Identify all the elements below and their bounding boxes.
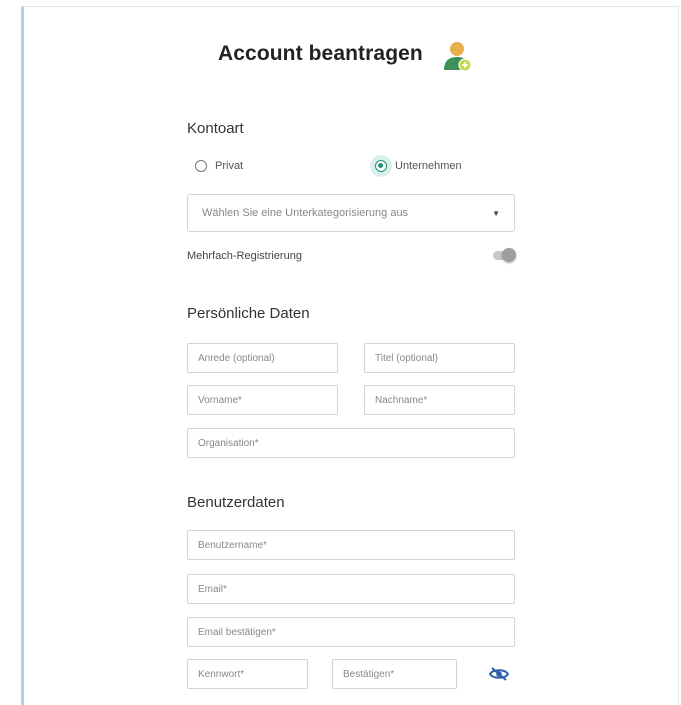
email-confirm-field[interactable]: Email bestätigen* [187,617,515,647]
section-personal-data: Persönliche Daten [187,305,310,322]
section-account-type: Kontoart [187,120,244,137]
username-field[interactable]: Benutzername* [187,530,515,560]
radio-privat[interactable]: Privat [195,160,243,172]
user-add-icon [444,42,472,72]
firstname-field[interactable]: Vorname* [187,385,338,415]
caret-down-icon: ▼ [492,208,500,218]
password-confirm-field[interactable]: Bestätigen* [332,659,457,689]
organization-field[interactable]: Organisation* [187,428,515,458]
radio-unternehmen-circle[interactable] [375,160,387,172]
radio-privat-label: Privat [215,160,244,172]
lastname-field[interactable]: Nachname* [364,385,515,415]
eye-hidden-icon[interactable] [489,666,509,682]
multi-registration-toggle[interactable] [493,248,516,262]
radio-privat-circle[interactable] [195,160,207,172]
subcategory-select-value: Wählen Sie eine Unterkategorisierung aus [202,207,409,219]
section-user-data: Benutzerdaten [187,494,285,511]
subcategory-select[interactable]: Wählen Sie eine Unterkategorisierung aus… [187,194,515,232]
title-field[interactable]: Titel (optional) [364,343,515,373]
radio-unternehmen[interactable]: Unternehmen [375,160,462,172]
salutation-field[interactable]: Anrede (optional) [187,343,338,373]
toggle-knob[interactable] [502,248,516,262]
password-field[interactable]: Kennwort* [187,659,308,689]
multi-registration-label: Mehrfach-Registrierung [187,250,302,262]
radio-unternehmen-label: Unternehmen [395,160,462,172]
email-field[interactable]: Email* [187,574,515,604]
page-title: Account beantragen [218,42,423,65]
